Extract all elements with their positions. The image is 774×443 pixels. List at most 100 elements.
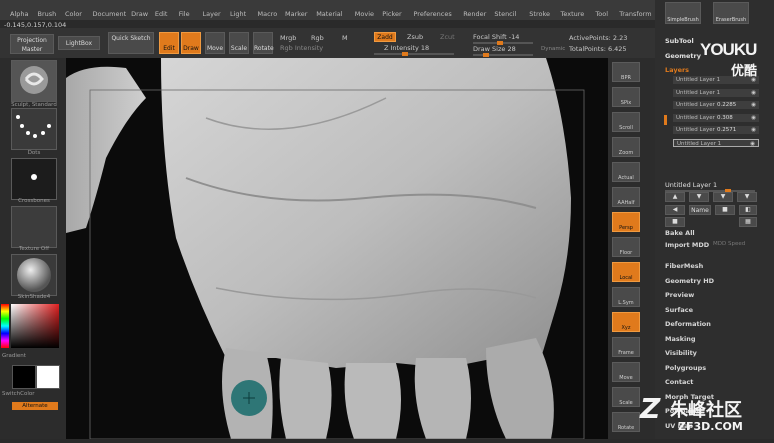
section-deformation[interactable]: Deformation: [665, 320, 711, 328]
secondary-color-swatch[interactable]: [36, 365, 60, 389]
menu-item-macro[interactable]: Macro: [258, 10, 278, 18]
shelf-button-zoom[interactable]: Zoom: [612, 137, 640, 157]
menu-item-marker[interactable]: Marker: [285, 10, 307, 18]
shelf-button-xyz[interactable]: Xyz: [612, 312, 640, 332]
section-contact[interactable]: Contact: [665, 378, 693, 386]
menu-item-draw[interactable]: Draw: [131, 10, 148, 18]
hue-strip[interactable]: [1, 304, 9, 348]
menu-item-file[interactable]: File: [179, 10, 190, 18]
layer-row[interactable]: Untitled Layer 1 ◉: [673, 138, 759, 148]
layer-arrow-button-2[interactable]: ▼: [737, 192, 757, 202]
lightbox-button[interactable]: LightBox: [58, 36, 100, 50]
rgb-intensity-slider[interactable]: Rgb Intensity: [280, 44, 323, 52]
section-polygroups[interactable]: Polygroups: [665, 364, 706, 372]
shelf-button-bpr[interactable]: BPR: [612, 62, 640, 82]
shelf-button-scroll[interactable]: Scroll: [612, 112, 640, 132]
focal-shift-track[interactable]: [473, 41, 533, 45]
z-intensity-slider[interactable]: Z Intensity 18: [384, 44, 429, 52]
z-intensity-knob[interactable]: [402, 52, 408, 56]
shelf-button-local[interactable]: Local: [612, 262, 640, 282]
menu-item-color[interactable]: Color: [65, 10, 82, 18]
projection-master-button[interactable]: Projection Master: [10, 34, 54, 54]
layer-row[interactable]: Untitled Layer 0.2571 ◉: [673, 126, 759, 134]
switch-color-button[interactable]: SwitchColor: [2, 391, 48, 397]
menu-item-tool[interactable]: Tool: [595, 10, 608, 18]
zcut-button[interactable]: Zcut: [440, 33, 455, 41]
eye-icon[interactable]: ◉: [750, 140, 755, 148]
rgb-button[interactable]: Rgb: [311, 34, 324, 42]
section-geometry-hd[interactable]: Geometry HD: [665, 277, 714, 285]
menu-item-texture[interactable]: Texture: [561, 10, 585, 18]
menu-item-layer[interactable]: Layer: [203, 10, 221, 18]
edit-button[interactable]: Edit: [159, 32, 179, 54]
draw-button[interactable]: Draw: [181, 32, 201, 54]
shelf-button-spix[interactable]: SPix: [612, 87, 640, 107]
menu-item-preferences[interactable]: Preferences: [414, 10, 452, 18]
layer-new-button[interactable]: ■: [715, 205, 735, 215]
shelf-button-move[interactable]: Move: [612, 362, 640, 382]
menu-item-brush[interactable]: Brush: [38, 10, 57, 18]
alpha-thumbnail[interactable]: [11, 158, 57, 200]
subtool-section[interactable]: SubTool: [665, 37, 694, 45]
layer-row[interactable]: Untitled Layer 0.2285 ◉: [673, 101, 759, 109]
zadd-button[interactable]: Zadd: [374, 32, 396, 42]
main-color-swatch[interactable]: [12, 365, 36, 389]
color-picker[interactable]: [1, 304, 59, 348]
shelf-button-scale[interactable]: Scale: [612, 387, 640, 407]
eye-icon[interactable]: ◉: [751, 126, 756, 134]
layer-up-button[interactable]: ▲: [665, 192, 685, 202]
menu-item-picker[interactable]: Picker: [382, 10, 401, 18]
shelf-button-actual[interactable]: Actual: [612, 162, 640, 182]
layer-grid-button[interactable]: ▦: [739, 217, 757, 227]
eraserbrush-button[interactable]: EraserBrush: [713, 2, 749, 24]
shelf-button-frame[interactable]: Frame: [612, 337, 640, 357]
menu-item-stencil[interactable]: Stencil: [494, 10, 516, 18]
layer-row[interactable]: Untitled Layer 1 ◉: [673, 88, 759, 97]
menu-item-alpha[interactable]: Alpha: [10, 10, 28, 18]
import-mdd-button[interactable]: Import MDD: [665, 241, 709, 249]
draw-size-knob[interactable]: [483, 53, 489, 57]
move-button[interactable]: Move: [205, 32, 225, 54]
shelf-button-aahalf[interactable]: AAHalf: [612, 187, 640, 207]
layer-square-button[interactable]: ■: [665, 217, 685, 227]
eye-icon[interactable]: ◉: [751, 101, 756, 109]
layer-left-button[interactable]: ◀: [665, 205, 685, 215]
shelf-button-rotate[interactable]: Rotate: [612, 412, 640, 432]
texture-thumbnail[interactable]: [11, 206, 57, 248]
menu-item-movie[interactable]: Movie: [355, 10, 374, 18]
focal-shift-slider[interactable]: Focal Shift -14: [473, 33, 519, 41]
m-button[interactable]: M: [342, 34, 348, 42]
rotate-button[interactable]: Rotate: [253, 32, 274, 54]
geometry-section[interactable]: Geometry: [665, 52, 701, 60]
section-preview[interactable]: Preview: [665, 291, 694, 299]
bake-all-button[interactable]: Bake All: [665, 229, 695, 237]
section-masking[interactable]: Masking: [665, 335, 696, 343]
layers-scroll-handle[interactable]: [664, 115, 667, 125]
layer-split-button[interactable]: ◧: [739, 205, 757, 215]
shelf-button-persp[interactable]: Persp: [612, 212, 640, 232]
mrgb-button[interactable]: Mrgb: [280, 34, 296, 42]
draw-size-slider[interactable]: Draw Size 28: [473, 45, 516, 53]
eye-icon[interactable]: ◉: [751, 89, 756, 97]
shelf-button-floor[interactable]: Floor: [612, 237, 640, 257]
canvas-viewport[interactable]: [66, 58, 608, 439]
draw-size-track[interactable]: [473, 53, 533, 57]
layer-row[interactable]: Untitled Layer 0.308 ◉: [673, 113, 759, 122]
menu-item-transform[interactable]: Transform: [619, 10, 651, 18]
zsub-button[interactable]: Zsub: [407, 33, 423, 41]
section-surface[interactable]: Surface: [665, 306, 693, 314]
alternate-button[interactable]: Alternate: [12, 402, 58, 410]
scale-button[interactable]: Scale: [229, 32, 249, 54]
brush-thumbnail[interactable]: [11, 60, 57, 102]
material-thumbnail[interactable]: [11, 254, 57, 296]
layer-arrow-button[interactable]: ▼: [713, 192, 733, 202]
simplebrush-button[interactable]: SimpleBrush: [665, 2, 701, 24]
layers-section[interactable]: Layers: [665, 66, 689, 74]
z-intensity-track[interactable]: [374, 52, 454, 56]
layer-name-button[interactable]: Name: [689, 205, 711, 215]
dynamic-button[interactable]: Dynamic: [541, 46, 565, 52]
section-fibermesh[interactable]: FiberMesh: [665, 262, 703, 270]
menu-item-light[interactable]: Light: [230, 10, 246, 18]
layer-down-button[interactable]: ▼: [689, 192, 709, 202]
menu-item-edit[interactable]: Edit: [155, 10, 168, 18]
